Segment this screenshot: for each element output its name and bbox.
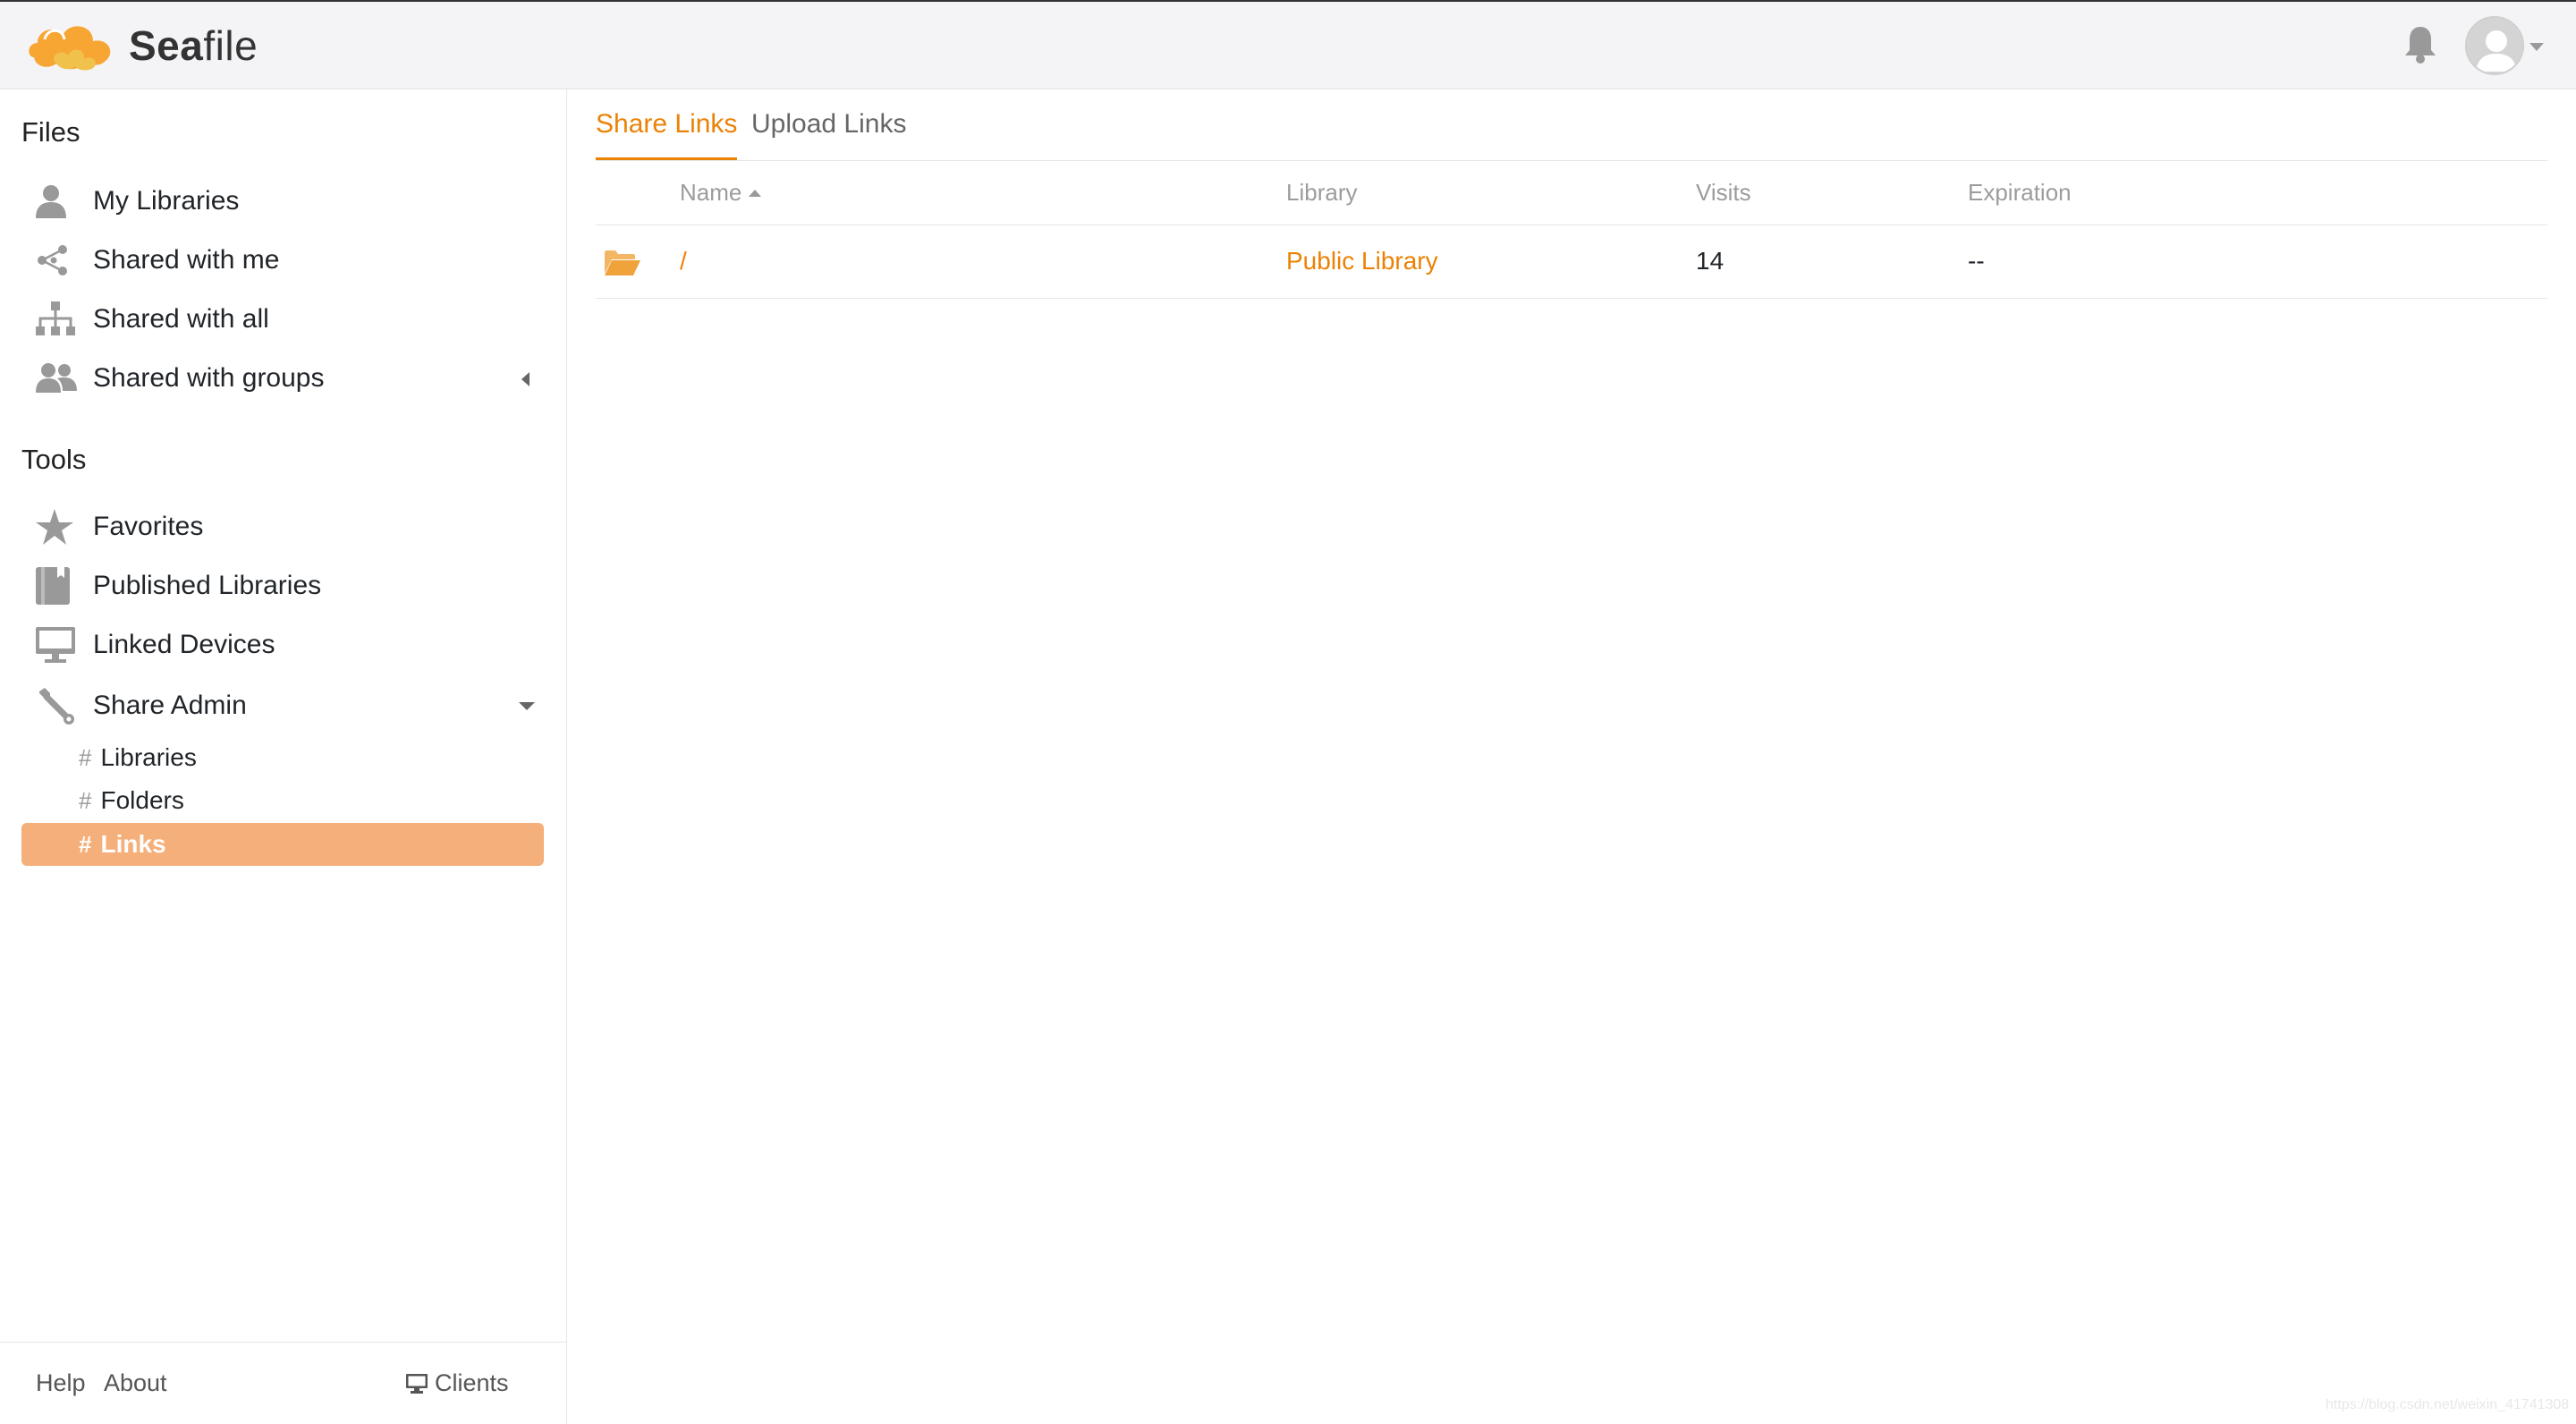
top-header: Seafile <box>0 0 2576 89</box>
sidebar-item-shared-with-groups[interactable]: Shared with groups <box>21 352 546 405</box>
help-link[interactable]: Help <box>36 1369 86 1397</box>
sidebar-subitem-folders[interactable]: # Folders <box>21 779 544 822</box>
column-header-expiration: Expiration <box>1968 179 2072 206</box>
sidebar-item-share-admin[interactable]: Share Admin <box>21 679 546 733</box>
caret-down-icon[interactable] <box>519 702 535 710</box>
visits-count: 14 <box>1696 247 1724 275</box>
main-panel: Share Links Upload Links Name Library Vi… <box>567 89 2576 1424</box>
column-header-label: Name <box>680 179 742 206</box>
wrench-icon <box>21 679 93 733</box>
sidebar-item-shared-with-all[interactable]: Shared with all <box>21 292 546 346</box>
folder-open-icon <box>605 250 640 275</box>
sidebar-item-favorites[interactable]: Favorites <box>21 500 546 554</box>
star-icon <box>21 500 93 554</box>
sitemap-icon <box>21 292 93 346</box>
default-avatar-icon <box>2467 18 2522 73</box>
hash-icon: # <box>79 786 92 814</box>
sidebar-subitem-label: Links <box>100 830 166 858</box>
sidebar-item-label: My Libraries <box>93 186 240 216</box>
tab-share-links[interactable]: Share Links <box>596 109 738 160</box>
clients-link[interactable]: Clients <box>406 1369 509 1397</box>
sidebar-subitem-label: Folders <box>100 786 184 814</box>
column-header-name[interactable]: Name <box>680 179 762 207</box>
sidebar-subitem-label: Libraries <box>100 743 197 771</box>
about-link[interactable]: About <box>104 1369 167 1397</box>
sidebar-subitem-libraries[interactable]: # Libraries <box>21 736 544 779</box>
share-link-name[interactable]: / <box>680 247 687 275</box>
sidebar: Files My Libraries Shared with me Shared… <box>0 89 567 1424</box>
sidebar-item-linked-devices[interactable]: Linked Devices <box>21 618 546 672</box>
user-avatar[interactable] <box>2465 16 2524 75</box>
table-header: Name Library Visits Expiration <box>596 161 2547 225</box>
tab-upload-links[interactable]: Upload Links <box>751 109 906 160</box>
sidebar-item-label: Shared with me <box>93 245 280 275</box>
sidebar-item-shared-with-me[interactable]: Shared with me <box>21 233 546 287</box>
column-header-library: Library <box>1286 179 1358 206</box>
table-row[interactable]: / Public Library 14 -- <box>596 225 2547 299</box>
user-menu-caret-icon[interactable] <box>2529 43 2544 51</box>
sidebar-item-label: Share Admin <box>93 691 247 720</box>
link-type-tabs: Share Links Upload Links <box>596 89 2547 161</box>
sort-ascending-icon <box>749 189 762 197</box>
hash-icon: # <box>79 830 92 858</box>
hash-icon: # <box>79 743 92 771</box>
sidebar-item-my-libraries[interactable]: My Libraries <box>21 174 546 228</box>
sidebar-item-label: Shared with all <box>93 304 269 334</box>
watermark-text: https://blog.csdn.net/weixin_41741308 <box>2326 1397 2570 1412</box>
user-icon <box>21 174 93 228</box>
column-header-visits: Visits <box>1696 179 1751 206</box>
sidebar-item-label: Published Libraries <box>93 571 322 600</box>
tools-heading: Tools <box>21 444 87 475</box>
sidebar-item-label: Linked Devices <box>93 630 275 659</box>
sidebar-subitem-links[interactable]: # Links <box>21 823 544 866</box>
sidebar-item-published-libraries[interactable]: Published Libraries <box>21 559 546 613</box>
share-icon <box>21 233 93 287</box>
sidebar-item-label: Favorites <box>93 512 204 541</box>
sidebar-item-label: Shared with groups <box>93 363 325 393</box>
clients-label: Clients <box>435 1369 509 1396</box>
library-link[interactable]: Public Library <box>1286 247 1438 275</box>
logo-wordmark: Seafile <box>129 22 258 69</box>
caret-left-icon[interactable] <box>521 372 530 386</box>
group-icon <box>21 352 93 405</box>
expiration-value: -- <box>1968 247 1985 275</box>
share-links-table: Name Library Visits Expiration / Public … <box>596 161 2547 299</box>
seafile-logo[interactable]: Seafile <box>27 14 258 77</box>
desktop-icon <box>406 1373 428 1394</box>
files-heading: Files <box>21 116 80 148</box>
book-icon <box>21 559 93 613</box>
notification-bell-icon[interactable] <box>2402 23 2438 64</box>
sidebar-footer: Help About Clients <box>0 1342 567 1424</box>
monitor-icon <box>21 618 93 672</box>
seafile-cloud-icon <box>29 26 111 71</box>
